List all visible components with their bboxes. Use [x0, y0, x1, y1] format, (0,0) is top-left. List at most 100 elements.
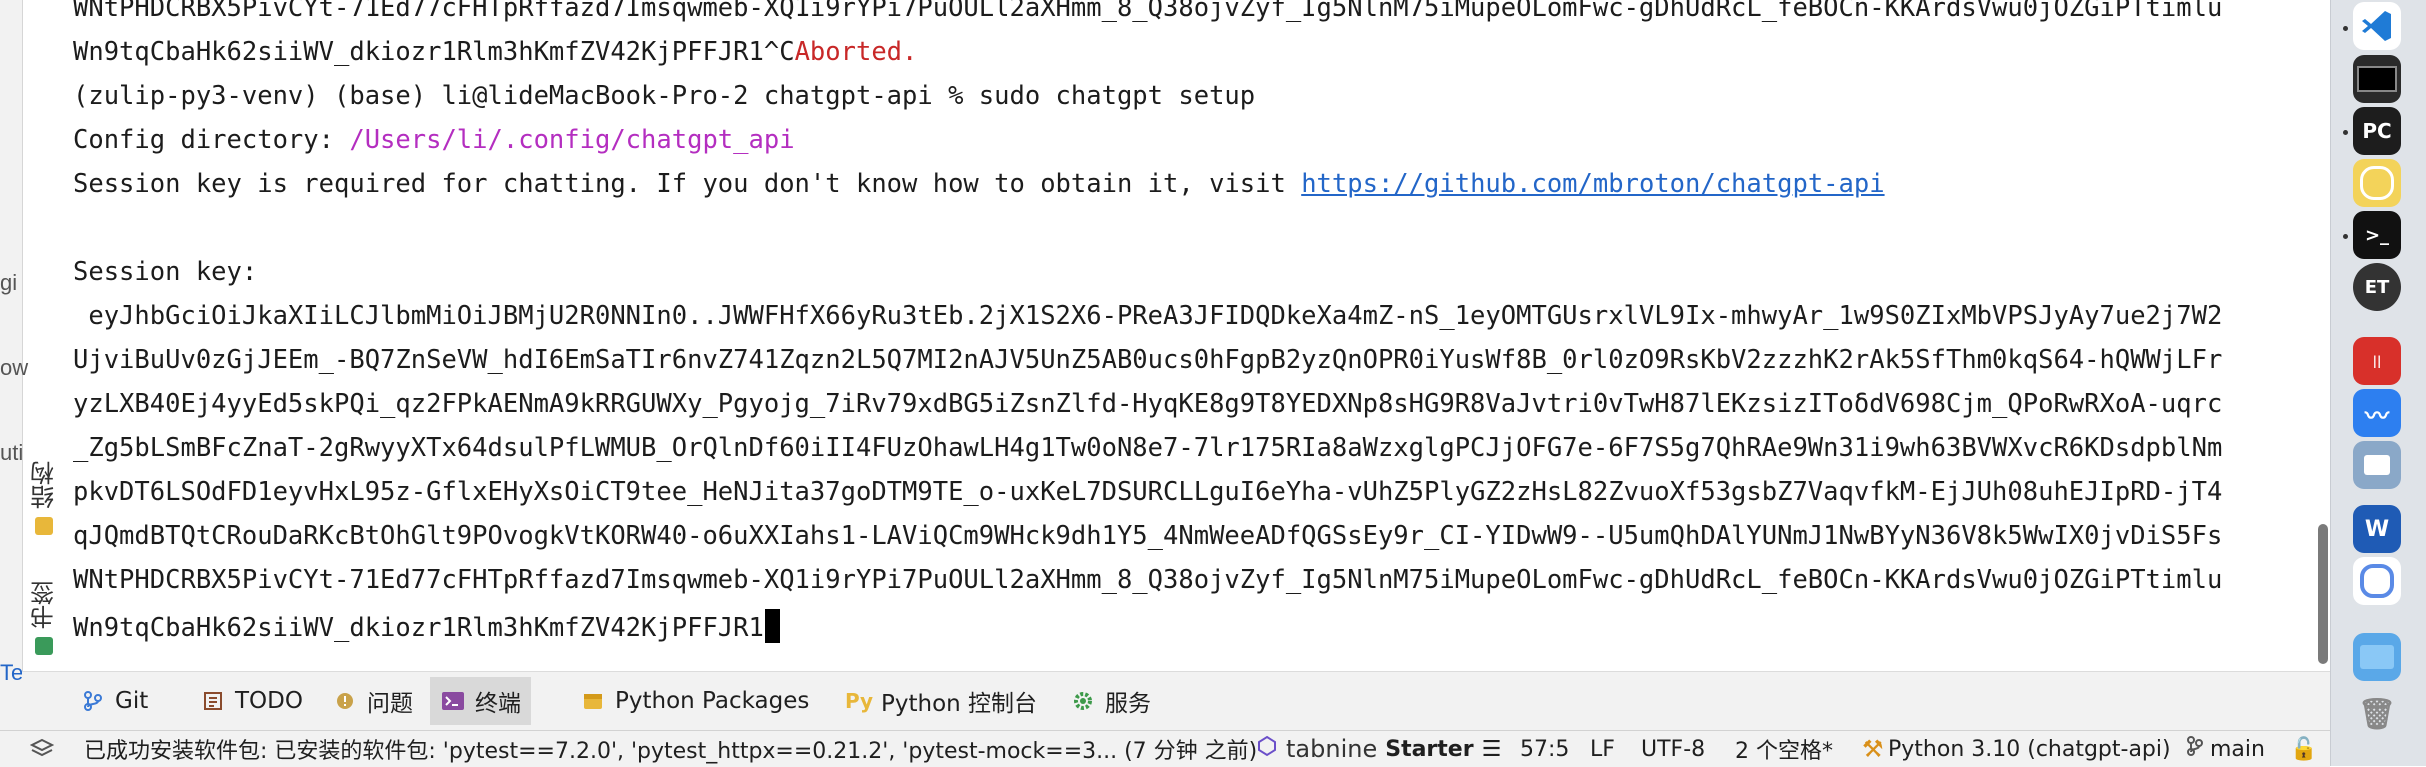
packages-icon — [580, 688, 606, 714]
terminal-line: Config directory: /Users/li/.config/chat… — [73, 125, 795, 155]
tool-window-bar: Git TODO 问题 终端 Python Packages Py Python… — [22, 671, 2330, 731]
pycharm-icon[interactable]: PC — [2353, 107, 2401, 155]
hammer-icon[interactable]: ⚒ — [1862, 731, 1884, 767]
tab-todo-label: TODO — [235, 688, 303, 714]
terminal-line-text: Wn9tqCbaHk62siiWV_dkiozr1Rlm3hKmfZV42KjP… — [73, 37, 795, 67]
macos-dock: PC >_ ET || 〰 W 🗑 — [2330, 0, 2426, 766]
screenshot-app-icon[interactable] — [2353, 557, 2401, 605]
line-ending[interactable]: LF — [1590, 731, 1615, 767]
python-console-icon: Py — [844, 689, 874, 713]
terminal-line: Session key: — [73, 257, 257, 287]
services-icon — [1070, 688, 1096, 714]
tab-services[interactable]: 服务 — [1060, 677, 1161, 725]
git-branch-icon — [80, 688, 106, 714]
file-encoding[interactable]: UTF-8 — [1641, 731, 1705, 767]
status-bar: 已成功安装软件包: 已安装的软件包: 'pytest==7.2.0', 'pyt… — [0, 730, 2330, 767]
tab-python-console[interactable]: Py Python 控制台 — [836, 677, 1047, 725]
terminal-line: eyJhbGciOiJkaXIiLCJlbmMiOiJBMjU2R0NNIn0.… — [73, 301, 2222, 331]
terminal-line: Session key is required for chatting. If… — [73, 169, 1885, 199]
folder-icon[interactable] — [2353, 633, 2401, 681]
terminal-icon — [440, 688, 466, 714]
terminal-line-text: _Zg5bLSmBFcZnaT-2gRwyyXTx64dsulPfLWMUB_O… — [73, 433, 2223, 463]
config-path: /Users/li/.config/chatgpt_api — [349, 125, 795, 155]
trash-icon[interactable]: 🗑 — [2353, 690, 2401, 738]
tabnine-label: tabnine — [1286, 735, 1378, 763]
notes-app-icon[interactable] — [2353, 159, 2401, 207]
menu-icon: ☰ — [1481, 736, 1502, 762]
terminal-line-text: Config directory: — [73, 125, 350, 155]
terminal-line: Wn9tqCbaHk62siiWV_dkiozr1Rlm3hKmfZV42KjP… — [73, 609, 780, 643]
peek-text-3: uti — [0, 440, 24, 465]
terminal-line-text: Wn9tqCbaHk62siiWV_dkiozr1Rlm3hKmfZV42KjP… — [73, 613, 764, 643]
structure-tab-label: 结构 — [30, 461, 59, 509]
tab-python-console-label: Python 控制台 — [881, 691, 1038, 717]
terminal-line: _Zg5bLSmBFcZnaT-2gRwyyXTx64dsulPfLWMUB_O… — [73, 433, 2222, 463]
screen-app-icon[interactable] — [2353, 55, 2401, 103]
scrollbar-thumb[interactable] — [2318, 524, 2328, 664]
peek-text-2: ow — [0, 355, 29, 380]
et-app-icon[interactable]: ET — [2353, 263, 2401, 311]
terminal-line-text: qJQmdBTQtCRouDaRKcBtOhGlt9POvogkVtKORW40… — [73, 521, 2223, 551]
preview-icon[interactable] — [2353, 441, 2401, 489]
problems-icon — [332, 688, 358, 714]
tab-git-label: Git — [115, 688, 149, 714]
terminal-line-text: yzLXB40Ej4yyEd5skPQi_qz2FPkAENmA9kRRGUWX… — [73, 389, 2223, 419]
terminal-line-text: pkvDT6LSOdFD1eyvHxL95z-GflxEHyXsOiCT9tee… — [73, 477, 2223, 507]
terminal-line: (zulip-py3-venv) (base) li@lideMacBook-P… — [73, 81, 1255, 111]
bookmarks-tab-label: 书签 — [30, 581, 59, 629]
structure-icon — [35, 517, 53, 535]
tab-todo[interactable]: TODO — [190, 677, 313, 725]
layers-icon[interactable] — [30, 731, 54, 767]
word-icon[interactable]: W — [2353, 505, 2401, 553]
cursor-position[interactable]: 57:5 — [1520, 731, 1569, 767]
terminal-line-text: WNtPHDCRBX5PivCYt-71Ed77cFHTpRffazd7Imsq… — [73, 0, 2223, 23]
indent-setting[interactable]: 2 个空格* — [1735, 731, 1833, 767]
status-message[interactable]: 已成功安装软件包: 已安装的软件包: 'pytest==7.2.0', 'pyt… — [84, 731, 1257, 767]
tab-terminal[interactable]: 终端 — [430, 677, 531, 725]
branch-name: main — [2210, 736, 2265, 762]
tab-terminal-label: 终端 — [475, 691, 521, 717]
terminal-line-text: Session key: — [73, 257, 258, 287]
terminal-line-text: WNtPHDCRBX5PivCYt-71Ed77cFHTpRffazd7Imsq… — [73, 565, 2223, 595]
terminal-app-icon[interactable]: >_ — [2353, 211, 2401, 259]
tab-services-label: 服务 — [1105, 691, 1151, 717]
peek-text-1: gi — [0, 270, 18, 295]
tabnine-logo-icon — [1256, 735, 1278, 763]
terminal-panel[interactable]: WNtPHDCRBX5PivCYt-71Ed77cFHTpRffazd7Imsq… — [66, 0, 2316, 671]
peek-text-4: Te — [0, 660, 24, 685]
tabnine-widget[interactable]: tabnine Starter ☰ — [1256, 731, 1501, 767]
aborted-message: Aborted. — [794, 37, 918, 67]
git-branch-widget[interactable]: main — [2186, 731, 2265, 767]
python-interpreter[interactable]: Python 3.10 (chatgpt-api) — [1888, 731, 2171, 767]
todo-list-icon — [200, 688, 226, 714]
terminal-line: pkvDT6LSOdFD1eyvHxL95z-GflxEHyXsOiCT9tee… — [73, 477, 2222, 507]
tab-python-packages-label: Python Packages — [615, 688, 810, 714]
terminal-line: UjviBuUv0zGjJEEm_-BQ7ZnSeVW_hdI6EmSaTIr6… — [73, 345, 2222, 375]
terminal-line-text: (zulip-py3-venv) (base) li@lideMacBook-P… — [73, 81, 1256, 111]
terminal-scrollbar[interactable] — [2316, 0, 2330, 671]
terminal-line: yzLXB40Ej4yyEd5skPQi_qz2FPkAENmA9kRRGUWX… — [73, 389, 2222, 419]
bookmark-icon — [35, 637, 53, 655]
terminal-line-text: UjviBuUv0zGjJEEm_-BQ7ZnSeVW_hdI6EmSaTIr6… — [73, 345, 2223, 375]
lock-icon[interactable]: 🔓 — [2290, 731, 2317, 767]
terminal-line-text: Session key is required for chatting. If… — [73, 169, 1302, 199]
terminal-line-text: eyJhbGciOiJkaXIiLCJlbmMiOiJBMjU2R0NNIn0.… — [73, 301, 2223, 331]
terminal-line: Wn9tqCbaHk62siiWV_dkiozr1Rlm3hKmfZV42KjP… — [73, 37, 917, 67]
tab-git[interactable]: Git — [70, 677, 158, 725]
tab-problems[interactable]: 问题 — [322, 677, 423, 725]
bookmarks-tab[interactable]: 书签 — [23, 570, 65, 655]
terminal-line: WNtPHDCRBX5PivCYt-71Ed77cFHTpRffazd7Imsq… — [73, 565, 2222, 595]
branch-icon — [2186, 735, 2204, 763]
terminal-line: WNtPHDCRBX5PivCYt-71Ed77cFHTpRffazd7Imsq… — [73, 0, 2222, 23]
structure-tab[interactable]: 结构 — [23, 455, 65, 535]
running-indicator — [2343, 234, 2348, 239]
terminal-cursor — [764, 609, 780, 643]
messenger-icon[interactable]: 〰 — [2353, 389, 2401, 437]
tab-problems-label: 问题 — [367, 691, 413, 717]
github-link[interactable]: https://github.com/mbroton/chatgpt-api — [1301, 169, 1884, 199]
running-indicator — [2343, 26, 2348, 31]
tab-python-packages[interactable]: Python Packages — [570, 677, 819, 725]
vscode-icon[interactable] — [2353, 2, 2401, 50]
parallels-icon[interactable]: || — [2353, 337, 2401, 385]
tabnine-plan: Starter — [1385, 736, 1474, 762]
